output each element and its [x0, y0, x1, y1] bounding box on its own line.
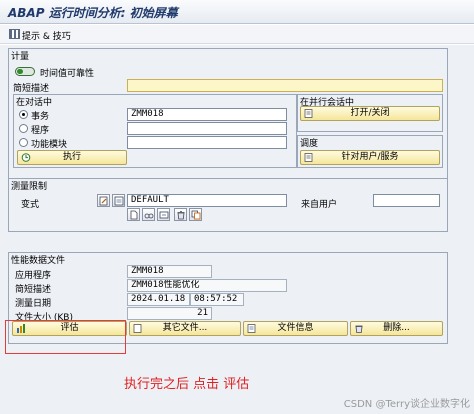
delete-trash-icon — [355, 325, 363, 333]
function-module-radio[interactable] — [19, 138, 28, 147]
variant-copy-button[interactable] — [189, 208, 202, 221]
execute-button-label: 执行 — [62, 152, 81, 162]
file-info-button[interactable]: 文件信息 — [243, 321, 348, 336]
file-short-desc-label: 简短描述 — [15, 285, 52, 295]
for-user-service-label: 针对用户/服务 — [341, 152, 399, 162]
annotation-text: 执行完之后 点击 评估 — [124, 377, 250, 392]
measurement-group-title: 计量 — [11, 52, 30, 62]
measure-date-label: 测量日期 — [15, 299, 52, 309]
evaluate-highlight-box — [5, 320, 126, 354]
switch-page-icon — [304, 109, 313, 118]
variant-display-button[interactable] — [157, 208, 170, 221]
transaction-input[interactable]: ZMM018 — [127, 108, 287, 121]
watermark: CSDN @Terry谈企业数字化 — [343, 399, 470, 410]
function-module-label: 功能模块 — [31, 140, 68, 150]
variant-label: 变式 — [21, 200, 40, 210]
glasses-icon — [144, 213, 154, 219]
execute-button[interactable]: 执行 — [17, 150, 127, 165]
performance-file-title: 性能数据文件 — [11, 256, 66, 266]
variant-change-button[interactable] — [142, 208, 155, 221]
variant-overview-button[interactable] — [112, 194, 125, 207]
schedule-title: 调度 — [300, 139, 319, 149]
window-title: ABAP 运行时间分析: 初始屏幕 — [8, 6, 178, 20]
file-info-icon — [247, 324, 256, 333]
variant-edit-button[interactable] — [97, 194, 110, 207]
other-file-button[interactable]: 其它文件... — [129, 321, 241, 336]
tips-grid-icon[interactable] — [9, 29, 20, 39]
switch-on-off-button[interactable]: 打开/关闭 — [300, 106, 440, 121]
trash-icon — [177, 211, 185, 220]
application-value: ZMM018 — [127, 265, 212, 278]
file-info-button-label: 文件信息 — [277, 323, 314, 333]
title-bar: ABAP 运行时间分析: 初始屏幕 — [0, 0, 474, 24]
from-user-label: 来自用户 — [301, 200, 338, 210]
other-file-button-label: 其它文件... — [162, 323, 208, 333]
tips-tricks-button[interactable]: 提示 & 技巧 — [22, 29, 71, 42]
transaction-label: 事务 — [31, 112, 50, 122]
measure-date-value: 2024.01.18 — [127, 293, 190, 306]
application-toolbar: 提示 & 技巧 — [0, 25, 474, 44]
time-reliability-label[interactable]: 时间值可靠性 — [40, 66, 94, 79]
pencil-icon — [99, 196, 108, 206]
from-user-input[interactable] — [373, 194, 440, 207]
variant-delete-button[interactable] — [174, 208, 187, 221]
delete-button-label: 删除... — [383, 323, 410, 333]
schedule-page-icon — [304, 153, 313, 162]
switch-on-off-label: 打开/关闭 — [350, 108, 390, 118]
restrictions-title: 测量限制 — [11, 182, 48, 192]
file-size-value: 21 — [127, 307, 212, 320]
time-reliability-toggle-icon[interactable] — [15, 67, 35, 76]
transaction-radio[interactable] — [19, 110, 28, 119]
short-desc-label: 简短描述 — [13, 84, 50, 94]
display-icon — [159, 211, 169, 219]
other-file-icon — [133, 324, 142, 333]
new-page-icon — [130, 210, 138, 220]
for-user-service-button[interactable]: 针对用户/服务 — [300, 150, 440, 165]
file-short-desc-value: ZMM018性能优化 — [127, 279, 287, 292]
variant-create-button[interactable] — [127, 208, 140, 221]
variant-input[interactable]: DEFAULT — [127, 194, 287, 207]
execute-clock-icon — [21, 153, 31, 162]
delete-button[interactable]: 删除... — [350, 321, 443, 336]
program-label: 程序 — [31, 126, 50, 136]
short-desc-input[interactable] — [127, 79, 443, 92]
copy-icon — [191, 210, 201, 220]
program-radio[interactable] — [19, 124, 28, 133]
in-dialog-title: 在对话中 — [16, 98, 53, 108]
measure-time-value: 08:57:52 — [190, 293, 244, 306]
function-module-input[interactable] — [127, 136, 287, 149]
overview-icon — [114, 196, 124, 206]
application-label: 应用程序 — [15, 271, 52, 281]
program-input[interactable] — [127, 122, 287, 135]
